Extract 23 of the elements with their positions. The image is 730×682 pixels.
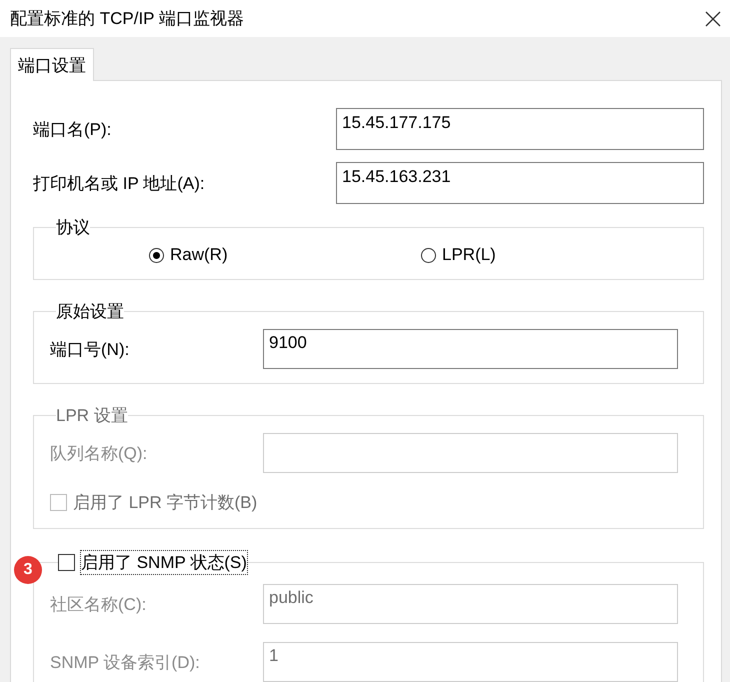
tab[interactable]: 端口设置 bbox=[10, 48, 94, 81]
window-title: 配置标准的 TCP/IP 端口监视器 bbox=[10, 8, 244, 30]
input-field[interactable]: 15.45.163.231 bbox=[336, 162, 704, 204]
field-label: 打印机名或 IP 地址(A): bbox=[33, 172, 206, 194]
input-field[interactable]: 9100 bbox=[263, 329, 678, 369]
group-title: LPR 设置 bbox=[56, 406, 128, 425]
step-badge: 3 bbox=[14, 556, 42, 584]
checkbox-label: 启用了 SNMP 状态(S) bbox=[81, 551, 247, 574]
radio-button[interactable] bbox=[421, 248, 436, 262]
close-icon[interactable] bbox=[705, 10, 721, 26]
radio-label: Raw(R) bbox=[170, 245, 228, 265]
group-title: 协议 bbox=[56, 218, 90, 237]
field-label: SNMP 设备索引(D): bbox=[50, 652, 201, 674]
field-label: 端口号(N): bbox=[50, 338, 130, 360]
field-label: 队列名称(Q): bbox=[50, 442, 148, 464]
field-label: 端口名(P): bbox=[33, 118, 112, 140]
checkbox[interactable] bbox=[58, 554, 75, 571]
radio-button[interactable] bbox=[149, 248, 164, 262]
checkbox-label: 启用了 LPR 字节计数(B) bbox=[73, 492, 258, 514]
input-field[interactable]: 15.45.177.175 bbox=[336, 108, 704, 150]
radio-label: LPR(L) bbox=[442, 245, 496, 265]
field-label: 社区名称(C): bbox=[50, 594, 148, 616]
group-title: 原始设置 bbox=[56, 302, 124, 321]
